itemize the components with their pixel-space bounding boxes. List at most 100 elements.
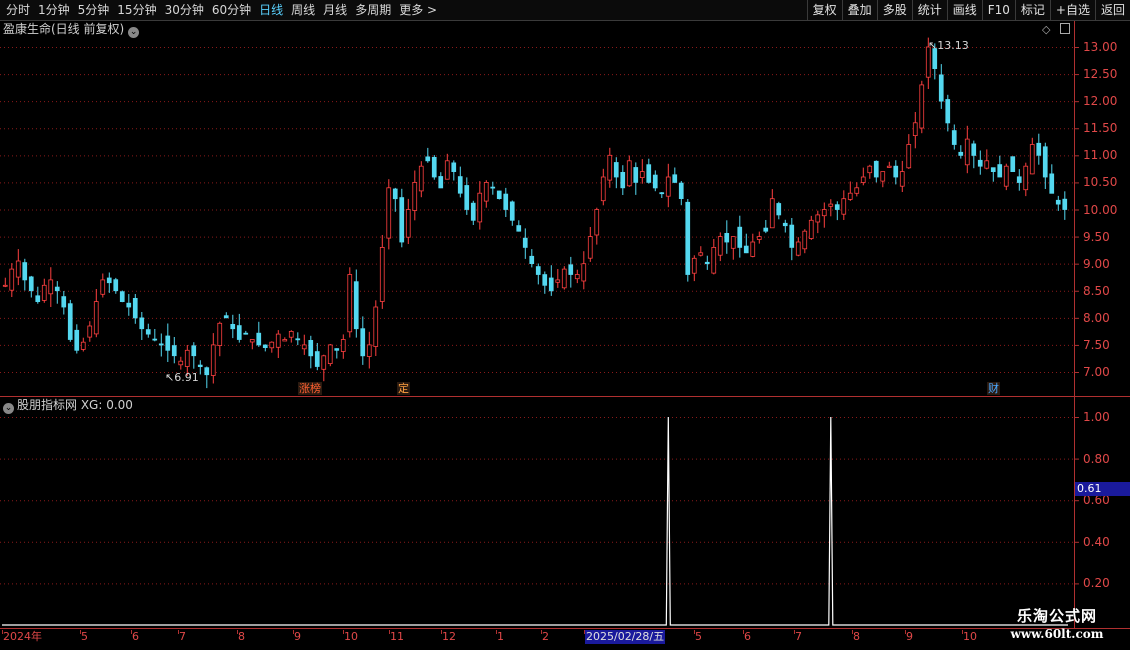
candle — [9, 263, 15, 297]
candle — [763, 220, 769, 234]
high-annotation: ↖13.13 — [928, 39, 969, 52]
event-tag[interactable]: 财 — [987, 382, 1000, 395]
candle — [444, 153, 450, 180]
date-tick-label: 6 — [132, 630, 139, 643]
candle — [54, 281, 60, 304]
candle — [1023, 162, 1029, 197]
candle — [717, 232, 723, 262]
candle — [412, 170, 418, 221]
candle — [256, 321, 262, 347]
candle — [321, 354, 327, 382]
date-tick-label: 7 — [179, 630, 186, 643]
date-tick-label: 5 — [695, 630, 702, 643]
candle — [737, 215, 743, 258]
candle — [581, 251, 587, 290]
candle — [698, 246, 704, 257]
candle — [854, 182, 860, 197]
candle — [41, 278, 47, 303]
candle — [711, 239, 717, 275]
date-tick-label: 10 — [344, 630, 358, 643]
candle — [80, 337, 86, 352]
candle — [490, 181, 496, 195]
date-tick-label: 10 — [963, 630, 977, 643]
candle — [568, 256, 574, 288]
candle — [210, 333, 216, 384]
candle — [795, 237, 801, 257]
candle — [67, 299, 73, 342]
candle — [366, 331, 372, 369]
candle — [587, 227, 593, 262]
candle — [145, 323, 151, 338]
candle — [997, 155, 1003, 178]
candle — [828, 199, 834, 217]
candle — [1036, 133, 1042, 165]
candle — [704, 255, 710, 270]
indicator-tick-label: 0.20 — [1083, 576, 1110, 591]
candle — [990, 167, 996, 182]
candle — [873, 160, 879, 183]
candle — [958, 145, 964, 159]
date-tick-label: 8 — [853, 630, 860, 643]
candle — [48, 267, 54, 307]
candle — [886, 161, 892, 168]
candle — [28, 275, 34, 298]
event-tag[interactable]: 涨榜 — [298, 382, 322, 395]
price-tick-label: 12.00 — [1083, 94, 1118, 109]
price-tick-label: 11.00 — [1083, 148, 1118, 163]
candle — [249, 339, 255, 350]
candle — [1042, 142, 1048, 189]
candle — [15, 249, 21, 286]
candle — [509, 200, 515, 226]
price-tick-label: 12.50 — [1083, 67, 1118, 82]
candle — [646, 158, 652, 184]
price-tick-label: 10.50 — [1083, 175, 1118, 190]
chevron-down-icon[interactable]: ⌄ — [3, 403, 14, 414]
low-annotation: ↖6.91 — [165, 371, 199, 384]
candle — [815, 210, 821, 234]
candle — [61, 291, 67, 315]
candle — [1049, 164, 1055, 194]
crosshair-date-label: 2025/02/28/五 — [585, 630, 666, 644]
candle — [119, 290, 125, 303]
candle — [600, 168, 606, 206]
candle — [197, 360, 203, 375]
candle — [379, 235, 385, 309]
candle — [789, 218, 795, 261]
candle — [152, 329, 158, 342]
candle — [243, 330, 249, 335]
candle — [503, 187, 509, 217]
date-tick-label: 1 — [497, 630, 504, 643]
date-tick-label: 9 — [906, 630, 913, 643]
candle — [808, 215, 814, 240]
price-tick-label: 8.50 — [1083, 283, 1110, 298]
candle — [574, 269, 580, 284]
candle — [678, 181, 684, 206]
date-axis: 2024年 5 6 7 8 9 10 11 12 1 2 2025/02/28/五 5 6 7 8 9 10 — [0, 630, 1130, 644]
indicator-tick-label: 0.80 — [1083, 451, 1110, 466]
candle — [938, 64, 944, 109]
candle — [262, 344, 268, 352]
date-tick-label: 11 — [390, 630, 404, 643]
candle — [912, 112, 918, 149]
xg-indicator-line — [2, 416, 1068, 626]
candle — [613, 157, 619, 189]
candle — [2, 277, 8, 288]
candle — [880, 171, 886, 188]
candle — [919, 80, 925, 134]
indicator-value-marker: 0.61 — [1075, 482, 1130, 496]
candle — [22, 258, 28, 291]
price-tick-label: 9.00 — [1083, 256, 1110, 271]
candle — [1055, 195, 1061, 211]
event-tag[interactable]: 定 — [397, 382, 410, 395]
candle — [74, 324, 80, 354]
candlestick-chart[interactable] — [0, 0, 1130, 650]
candle — [1062, 191, 1068, 220]
candle — [522, 228, 528, 259]
date-tick-label: 5 — [81, 630, 88, 643]
candle — [340, 334, 346, 359]
candle — [308, 335, 314, 369]
candle — [1029, 137, 1035, 175]
candle — [769, 189, 775, 229]
date-tick-label: 12 — [442, 630, 456, 643]
candle — [301, 334, 307, 355]
